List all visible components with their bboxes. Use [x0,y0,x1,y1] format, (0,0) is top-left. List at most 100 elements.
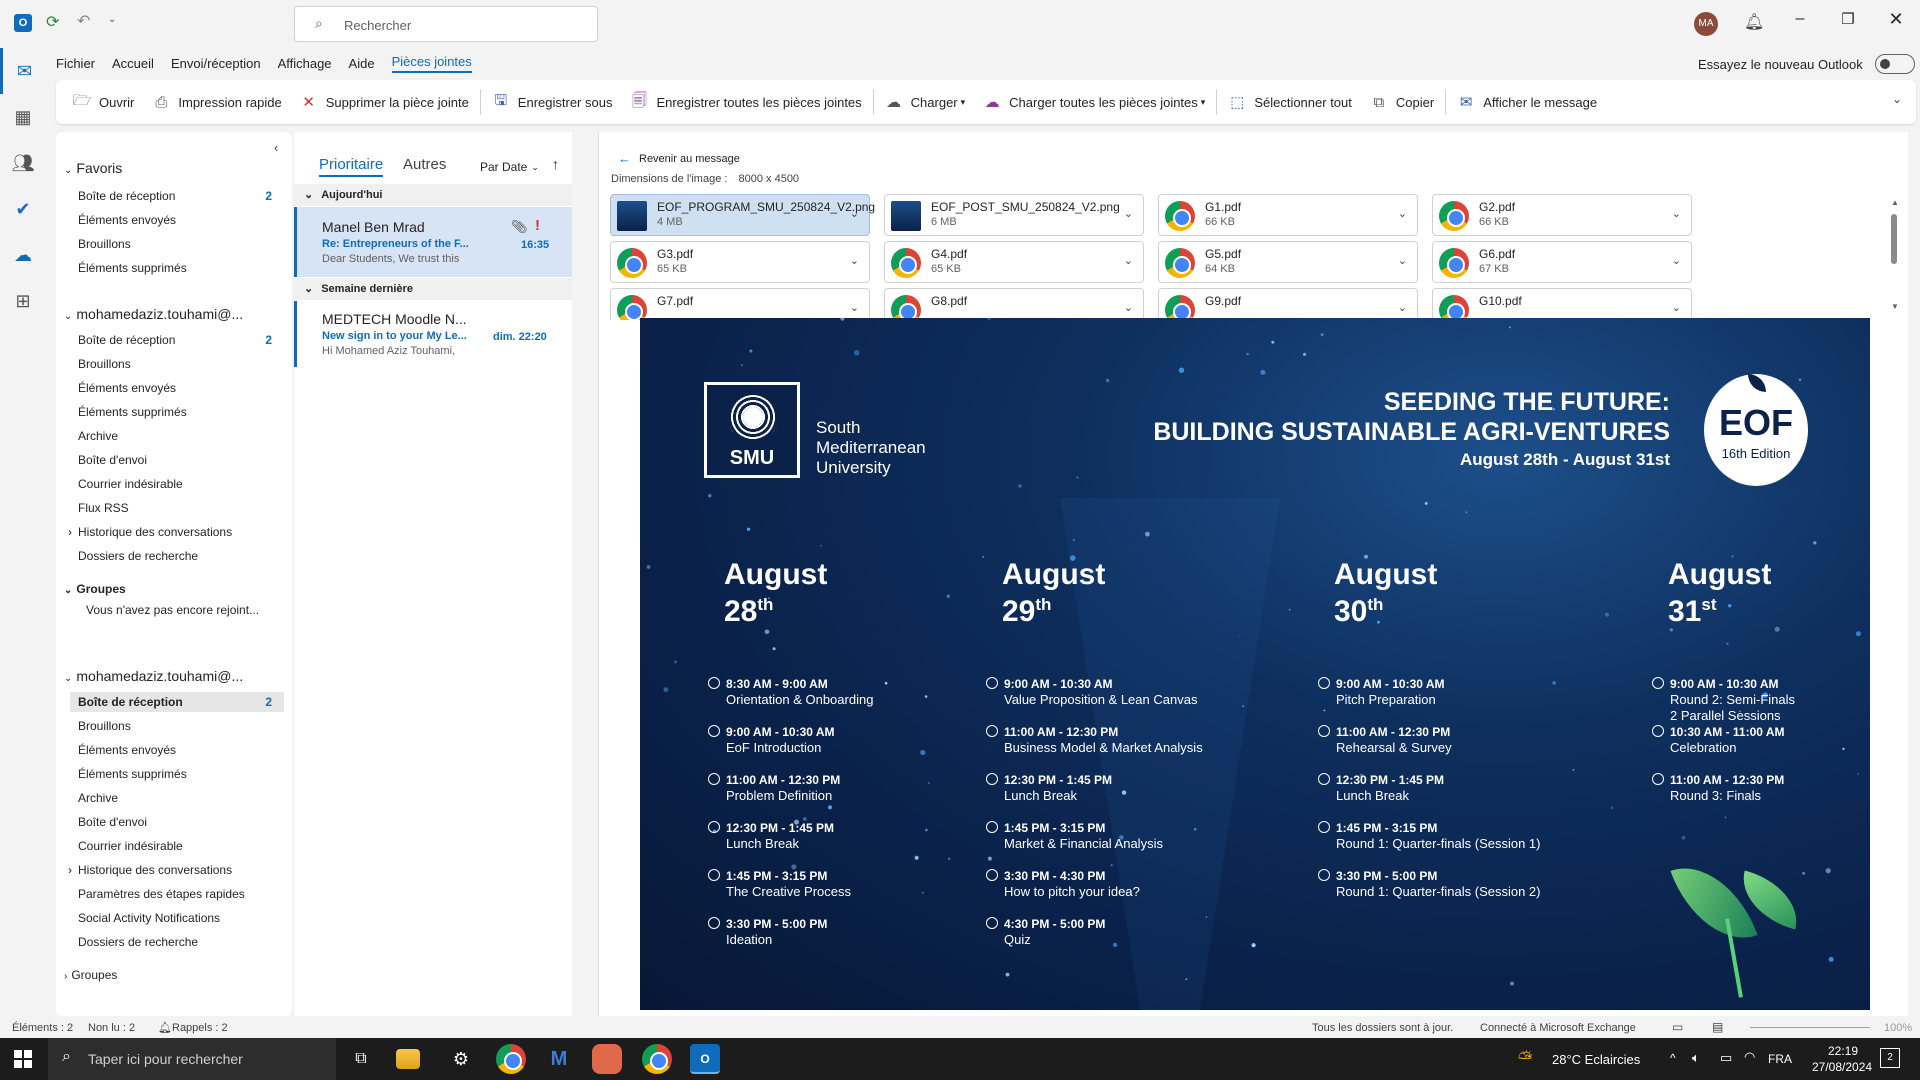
chevron-down-icon[interactable]: ⌄ [1398,301,1407,314]
save-as-button[interactable]: 🖫 Enregistrer sous [483,80,622,124]
folder-item[interactable]: Boîte d'envoi [70,812,284,832]
try-new-outlook[interactable]: Essayez le nouveau Outlook [1698,54,1915,74]
chrome-icon[interactable] [496,1044,526,1074]
attachment-item[interactable]: EOF_PROGRAM_SMU_250824_V2.png 4 MB ⌄ [610,194,875,236]
attachment-item[interactable]: G5.pdf 64 KB ⌄ [1158,241,1418,283]
folder-item[interactable]: Flux RSS [70,498,284,518]
menu-send-receive[interactable]: Envoi/réception [171,56,261,71]
chevron-down-icon[interactable]: ⌄ [1124,207,1133,220]
folder-item[interactable]: Brouillons [70,716,284,736]
tab-focused[interactable]: Prioritaire [319,156,384,177]
save-all-button[interactable]: 🗐 Enregistrer toutes les pièces jointes [621,80,870,124]
calendar-icon[interactable]: ▦ [0,94,46,140]
menu-home[interactable]: Accueil [112,56,154,71]
sync-icon[interactable]: ⟳ [46,12,59,32]
chevron-down-icon[interactable]: ⌄ [850,207,859,220]
group-today[interactable]: ⌄ Aujourd'hui [294,184,572,206]
groups-header[interactable]: ⌄ Groupes [64,582,126,596]
attachment-scrollbar[interactable]: ▲ ▼ [1888,198,1900,316]
folder-item[interactable]: Éléments supprimés [70,258,284,278]
taskbar-search[interactable]: ⌕ Taper ici pour rechercher [48,1038,336,1080]
folder-item[interactable]: › Historique des conversations [68,860,284,880]
folder-item[interactable]: Brouillons [70,234,284,254]
folder-item[interactable]: Archive [70,788,284,808]
remove-attachment-button[interactable]: ✕ Supprimer la pièce jointe [291,80,478,124]
weather-text[interactable]: 28°C Eclaircies [1552,1052,1640,1067]
chevron-down-icon[interactable]: ⌄ [1124,301,1133,314]
chevron-down-icon[interactable]: ⌄ [1672,301,1681,314]
folder-item[interactable]: Dossiers de recherche [70,932,284,952]
outlook-taskbar-icon[interactable]: O [690,1044,720,1074]
show-message-button[interactable]: ✉ Afficher le message [1448,80,1606,124]
apps-icon[interactable]: ⊞ [0,278,46,324]
chevron-down-icon[interactable]: ⌄ [1398,207,1407,220]
chevron-down-icon[interactable]: ⌄ [1672,254,1681,267]
collapse-pane-icon[interactable]: ‹ [274,140,278,155]
mail-icon[interactable]: ✉ [0,48,46,94]
folder-item[interactable]: Paramètres des étapes rapides [70,884,284,904]
quick-print-button[interactable]: ⎙ Impression rapide [143,80,290,124]
list-item[interactable]: Manel Ben Mrad 📎︎ ! Re: Entrepreneurs of… [294,207,572,277]
folder-item[interactable]: Brouillons [70,354,284,374]
folder-item[interactable]: › Historique des conversations [68,522,284,542]
attachment-item[interactable]: G3.pdf 65 KB ⌄ [610,241,870,283]
folder-item[interactable]: Éléments envoyés [70,378,284,398]
ribbon-collapse-icon[interactable]: ⌄ [1892,92,1902,106]
close-button[interactable]: ✕ [1886,9,1906,30]
folder-item[interactable]: Archive [70,426,284,446]
wifi-icon[interactable]: ◠ [1744,1049,1755,1065]
task-view-icon[interactable]: ⧉ [346,1044,376,1074]
select-all-button[interactable]: ⬚ Sélectionner tout [1219,80,1361,124]
folder-item[interactable]: Courrier indésirable [70,474,284,494]
customize-qat-icon[interactable]: ⌄ [108,14,116,25]
settings-icon[interactable]: ⚙ [446,1044,476,1074]
search-box[interactable]: ⌕ Rechercher [294,6,598,42]
account1-header[interactable]: ⌄ mohamedaziz.touhami@... [64,306,243,322]
attachment-item[interactable]: G1.pdf 66 KB ⌄ [1158,194,1418,236]
chevron-up-icon[interactable]: ^ [1670,1051,1676,1065]
folder-item[interactable]: Dossiers de recherche [70,546,284,566]
chevron-down-icon[interactable]: ⌄ [1398,254,1407,267]
normal-view-icon[interactable]: ▭ [1672,1020,1683,1034]
reading-view-icon[interactable]: ▤ [1712,1020,1723,1034]
attachment-item[interactable]: G7.pdf ⌄ [610,288,870,320]
chevron-down-icon[interactable]: ⌄ [850,254,859,267]
attachment-item[interactable]: G4.pdf 65 KB ⌄ [884,241,1144,283]
clock-date[interactable]: 27/08/2024 [1812,1060,1872,1074]
menu-file[interactable]: Fichier [56,56,95,71]
notification-icon[interactable]: 2 [1880,1048,1900,1068]
zoom-slider[interactable] [1750,1027,1870,1028]
sort-direction-icon[interactable]: ↑ [552,156,559,172]
language-indicator[interactable]: FRA [1768,1052,1792,1066]
sort-dropdown[interactable]: Par Date ⌄ [480,160,539,174]
groups2-header[interactable]: › Groupes [64,968,117,982]
messenger-icon[interactable]: M [544,1044,574,1074]
folder-item[interactable]: Boîte de réception 2 [70,330,284,350]
back-to-message-link[interactable]: ← Revenir au message [618,151,740,166]
chevron-down-icon[interactable]: ⌄ [1672,207,1681,220]
attachment-item[interactable]: EOF_POST_SMU_250824_V2.png 6 MB ⌄ [884,194,1144,236]
upload-all-button[interactable]: ☁ Charger toutes les pièces jointes ▾ [974,80,1214,124]
new-outlook-toggle[interactable] [1874,54,1915,74]
account2-header[interactable]: ⌄ mohamedaziz.touhami@... [64,668,243,684]
folder-item[interactable]: Social Activity Notifications [70,908,284,928]
undo-icon[interactable]: ↶ [77,11,90,31]
discord-icon[interactable] [592,1044,622,1074]
folder-item[interactable]: Boîte de réception 2 [70,186,284,206]
volume-icon[interactable]: 🔈︎ [1692,1050,1700,1066]
restore-button[interactable]: ❐ [1838,10,1858,28]
file-explorer-icon[interactable] [396,1049,420,1069]
menu-attachments[interactable]: Pièces jointes [391,54,472,73]
minimize-button[interactable]: – [1790,10,1810,28]
attachment-item[interactable]: G8.pdf ⌄ [884,288,1144,320]
upload-button[interactable]: ☁ Charger ▾ [876,80,975,124]
folder-item[interactable]: Éléments supprimés [70,402,284,422]
folder-item[interactable]: Éléments envoyés [70,210,284,230]
chrome-profile-icon[interactable] [642,1044,672,1074]
folder-item[interactable]: Éléments envoyés [70,740,284,760]
status-reminders[interactable]: Rappels : 2 [172,1022,228,1034]
favorites-header[interactable]: ⌄ Favoris [64,160,122,176]
attachment-item[interactable]: G9.pdf ⌄ [1158,288,1418,320]
folder-item[interactable]: Courrier indésirable [70,836,284,856]
copy-button[interactable]: ⧉ Copier [1361,80,1443,124]
